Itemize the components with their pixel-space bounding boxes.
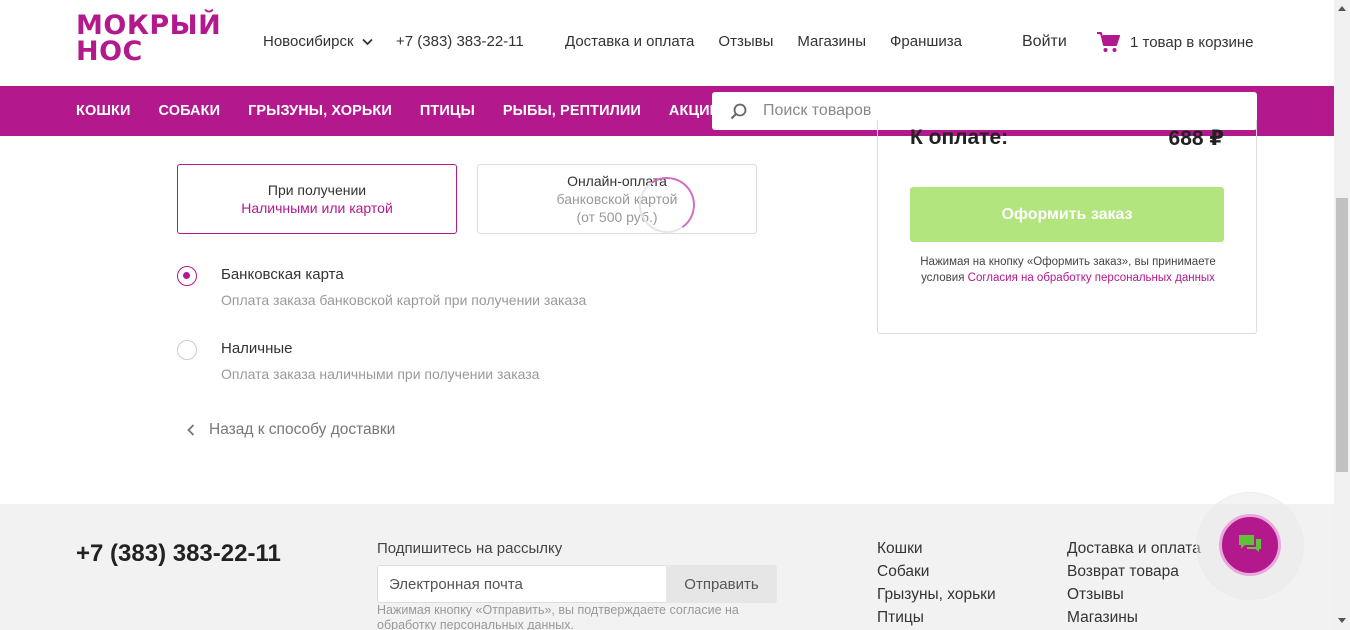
payment-on-delivery-title: При получении bbox=[267, 182, 367, 198]
nav-delivery[interactable]: Доставка и оплата bbox=[565, 33, 694, 50]
city-selector[interactable]: Новосибирск bbox=[263, 33, 373, 50]
search-icon bbox=[730, 103, 747, 119]
cart-label: 1 товар в корзине bbox=[1130, 33, 1254, 51]
radio-card[interactable] bbox=[177, 266, 197, 286]
total-label: К оплате: bbox=[910, 126, 1009, 149]
logo[interactable]: МОКРЫЙ НОС bbox=[76, 12, 221, 67]
footer-link-delivery[interactable]: Доставка и оплата bbox=[1067, 540, 1201, 558]
email-field[interactable] bbox=[377, 565, 667, 603]
method-card-label: Банковская карта bbox=[221, 266, 344, 283]
header-phone[interactable]: +7 (383) 383-22-11 bbox=[396, 33, 524, 50]
footer-link-stores[interactable]: Магазины bbox=[1067, 609, 1201, 627]
category-fish[interactable]: РЫБЫ, РЕПТИЛИИ bbox=[503, 103, 641, 119]
method-cash-label: Наличные bbox=[221, 340, 293, 357]
method-card-desc: Оплата заказа банковской картой при полу… bbox=[221, 292, 587, 308]
payment-online[interactable]: Онлайн-оплата банковской картой (от 500 … bbox=[477, 164, 757, 234]
agreement-text: Нажимая на кнопку «Оформить заказ», вы п… bbox=[918, 254, 1218, 286]
total-value: 688 ₽ bbox=[1168, 127, 1224, 150]
nav-stores[interactable]: Магазины bbox=[797, 33, 866, 50]
top-header: МОКРЫЙ НОС Новосибирск +7 (383) 383-22-1… bbox=[0, 0, 1334, 86]
page-scrollbar[interactable] bbox=[1334, 0, 1350, 630]
payment-on-delivery-subtitle: Наличными или картой bbox=[241, 200, 393, 216]
chevron-down-icon bbox=[361, 38, 373, 45]
nav-franchise[interactable]: Франшиза bbox=[890, 33, 962, 50]
category-cats[interactable]: КОШКИ bbox=[76, 103, 130, 119]
payment-on-delivery[interactable]: При получении Наличными или картой bbox=[177, 164, 457, 234]
footer: +7 (383) 383-22-11 Подпишитесь на рассыл… bbox=[0, 504, 1334, 630]
scroll-down-arrow[interactable] bbox=[1338, 618, 1346, 623]
category-dogs[interactable]: СОБАКИ bbox=[158, 103, 220, 119]
chevron-left-icon bbox=[187, 424, 195, 436]
agreement-link[interactable]: Согласия на обработку персональных данны… bbox=[968, 272, 1215, 284]
logo-line-2: НОС bbox=[76, 36, 143, 67]
footer-phone[interactable]: +7 (383) 383-22-11 bbox=[76, 540, 281, 568]
place-order-button[interactable]: Оформить заказ bbox=[910, 187, 1224, 242]
category-rodents[interactable]: ГРЫЗУНЫ, ХОРЬКИ bbox=[248, 103, 392, 119]
subscribe-note: Нажимая кнопку «Отправить», вы подтвержд… bbox=[377, 603, 739, 630]
footer-link-reviews[interactable]: Отзывы bbox=[1067, 586, 1201, 604]
scroll-up-arrow[interactable] bbox=[1338, 6, 1346, 11]
payment-online-subtitle: банковской картой bbox=[556, 191, 678, 207]
footer-col-info: Доставка и оплата Возврат товара Отзывы … bbox=[1067, 540, 1201, 627]
login-link[interactable]: Войти bbox=[1022, 33, 1067, 51]
subscribe-title: Подпишитесь на рассылку bbox=[377, 540, 563, 557]
footer-link-dogs[interactable]: Собаки bbox=[877, 563, 996, 581]
back-link[interactable]: Назад к способу доставки bbox=[187, 421, 395, 439]
category-nav: КОШКИ СОБАКИ ГРЫЗУНЫ, ХОРЬКИ ПТИЦЫ РЫБЫ,… bbox=[76, 103, 720, 119]
cart-link[interactable]: 1 товар в корзине bbox=[1096, 31, 1253, 53]
radio-cash[interactable] bbox=[177, 340, 197, 360]
chat-button[interactable] bbox=[1219, 514, 1281, 576]
scroll-thumb[interactable] bbox=[1336, 198, 1348, 472]
back-link-label: Назад к способу доставки bbox=[209, 421, 396, 438]
nav-reviews[interactable]: Отзывы bbox=[718, 33, 773, 50]
footer-link-cats[interactable]: Кошки bbox=[877, 540, 996, 558]
footer-link-returns[interactable]: Возврат товара bbox=[1067, 563, 1201, 581]
payment-online-title: Онлайн-оплата bbox=[567, 173, 667, 189]
category-birds[interactable]: ПТИЦЫ bbox=[420, 103, 475, 119]
cart-icon bbox=[1097, 32, 1120, 52]
footer-link-rodents[interactable]: Грызуны, хорьки bbox=[877, 586, 996, 604]
top-nav: Доставка и оплата Отзывы Магазины Франши… bbox=[565, 33, 962, 50]
footer-link-birds[interactable]: Птицы bbox=[877, 609, 996, 627]
payment-online-note: (от 500 руб.) bbox=[576, 209, 658, 225]
method-cash-desc: Оплата заказа наличными при получении за… bbox=[221, 366, 540, 382]
footer-col-categories: Кошки Собаки Грызуны, хорьки Птицы bbox=[877, 540, 996, 627]
search-input[interactable] bbox=[763, 102, 1243, 120]
chat-icon bbox=[1239, 535, 1261, 552]
order-summary: К оплате: 688 ₽ Оформить заказ Нажимая н… bbox=[877, 120, 1257, 334]
subscribe-button[interactable]: Отправить bbox=[666, 565, 777, 603]
city-label: Новосибирск bbox=[263, 33, 354, 50]
